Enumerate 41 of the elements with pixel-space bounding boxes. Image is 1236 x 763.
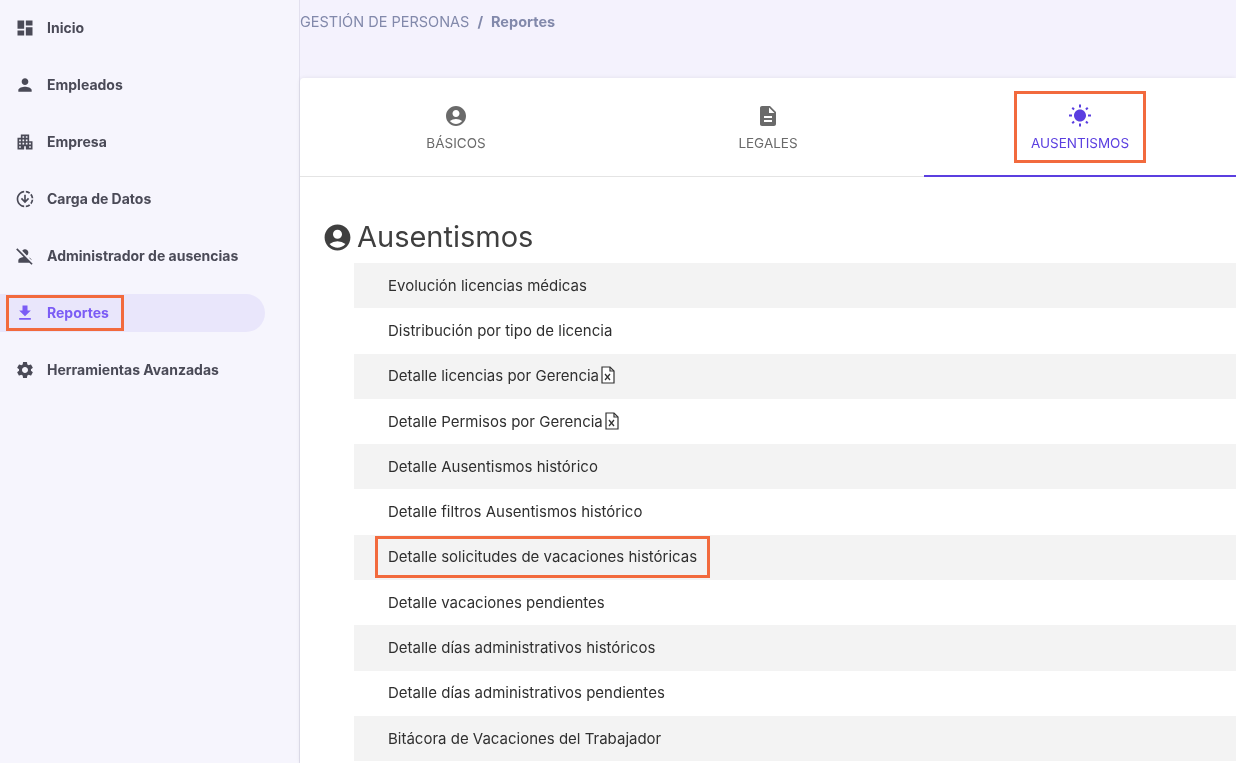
- building-icon: [15, 132, 35, 152]
- report-link[interactable]: Detalle solicitudes de vacaciones históricas: [375, 536, 711, 579]
- sidebar-item[interactable]: Empleados: [0, 66, 265, 104]
- report-link[interactable]: Detalle Ausentismos histórico: [375, 445, 611, 488]
- sidebar-label: Reportes: [47, 303, 109, 323]
- sidebar-item[interactable]: Administrador de ausencias: [0, 237, 265, 275]
- sidebar-item[interactable]: Reportes: [0, 294, 265, 332]
- spreadsheet-file-icon: [604, 411, 619, 430]
- sidebar-label: Herramientas Avanzadas: [47, 360, 219, 380]
- report-link[interactable]: Distribución por tipo de licencia: [375, 309, 626, 352]
- dashboard-icon: [15, 18, 35, 38]
- sidebar-label: Administrador de ausencias: [47, 246, 239, 266]
- tab[interactable]: AUSENTISMOS: [924, 78, 1236, 177]
- tab-label: AUSENTISMOS: [1030, 133, 1130, 152]
- breadcrumb-separator: /: [477, 12, 483, 32]
- sidebar-label: Inicio: [47, 18, 85, 38]
- breadcrumb-current: Reportes: [491, 12, 556, 32]
- settings-icon: [15, 360, 35, 380]
- sidebar-item[interactable]: Empresa: [0, 123, 265, 161]
- tab[interactable]: BÁSICOS: [300, 78, 612, 177]
- tab-label: LEGALES: [738, 133, 798, 152]
- report-link[interactable]: Detalle vacaciones pendientes: [375, 581, 618, 624]
- report-link[interactable]: Detalle días administrativos pendientes: [375, 672, 678, 715]
- report-link[interactable]: Bitácora de Vacaciones del Trabajador: [375, 717, 675, 760]
- report-link[interactable]: Detalle Permisos por Gerencia: [375, 400, 632, 443]
- sidebar-item[interactable]: Herramientas Avanzadas: [0, 351, 265, 389]
- sidebar-label: Empresa: [47, 132, 107, 152]
- tab-label: BÁSICOS: [426, 133, 486, 152]
- report-link[interactable]: Detalle días administrativos históricos: [375, 627, 669, 669]
- person-off-icon: [15, 246, 35, 266]
- sidebar-label: Empleados: [47, 75, 123, 95]
- sun-icon: [1068, 103, 1092, 128]
- sidebar-item[interactable]: Inicio: [0, 9, 265, 47]
- report-link[interactable]: Detalle licencias por Gerencia: [375, 355, 629, 398]
- report-link[interactable]: Evolución licencias médicas: [375, 264, 600, 307]
- report-link[interactable]: Detalle filtros Ausentismos histórico: [375, 491, 656, 534]
- section-heading: Ausentismos: [357, 218, 534, 256]
- sidebar-label: Carga de Datos: [47, 189, 152, 209]
- spreadsheet-file-icon: [601, 366, 616, 385]
- tab[interactable]: LEGALES: [612, 78, 924, 177]
- sidebar-item[interactable]: Carga de Datos: [0, 180, 265, 218]
